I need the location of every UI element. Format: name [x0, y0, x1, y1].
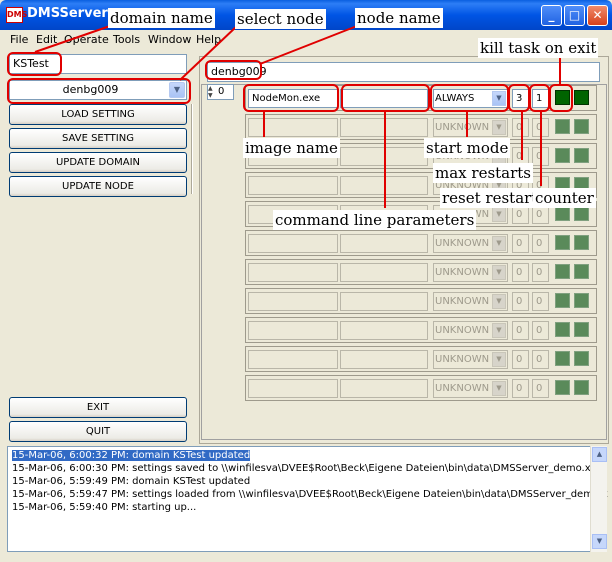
annotation-lines — [34, 25, 561, 208]
label-max-restarts: max restarts — [433, 163, 534, 183]
label-counter: counter — [533, 188, 596, 208]
label-command-line: command line parameters — [273, 210, 477, 230]
label-image-name: image name — [243, 138, 340, 158]
label-start-mode: start mode — [424, 138, 511, 158]
label-node-name: node name — [355, 8, 443, 28]
label-kill-task: kill task on exit — [478, 38, 599, 58]
label-reset-restart: reset restart — [440, 188, 540, 208]
label-select-node: select node — [235, 9, 326, 29]
label-domain-name: domain name — [108, 8, 215, 28]
